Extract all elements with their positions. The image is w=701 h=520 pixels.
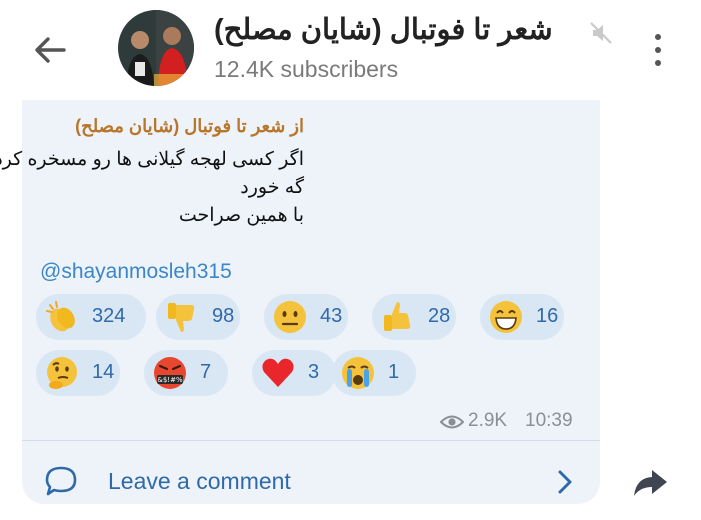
- reaction-grin[interactable]: 16: [480, 294, 564, 340]
- thinking-face-icon: [47, 357, 77, 389]
- message-line: گه خورد: [240, 177, 304, 198]
- message-bubble: از شعر تا فوتبال (شایان مصلح) اگر کسی له…: [0, 100, 600, 504]
- red-heart-icon: [262, 358, 294, 387]
- message-line: اگر کسی لهجه گیلانی ها رو مسخره کرد: [0, 149, 304, 170]
- reaction-crying[interactable]: 1: [332, 350, 416, 396]
- reaction-count: 16: [536, 305, 559, 327]
- chat-header: شعر تا فوتبال (شایان مصلح) 12.4K subscri…: [0, 0, 701, 100]
- channel-title[interactable]: شعر تا فوتبال (شایان مصلح): [214, 12, 553, 47]
- mention-link[interactable]: @shayanmosleh315: [40, 260, 232, 284]
- reaction-count: 324: [92, 305, 126, 327]
- message-text: اگر کسی لهجه گیلانی ها رو مسخره کرد گه خ…: [0, 146, 304, 230]
- cursing-symbols: &$!#%: [157, 376, 183, 384]
- thumbs-up-icon: [384, 302, 411, 331]
- reaction-neutral[interactable]: 43: [264, 294, 348, 340]
- reaction-heart[interactable]: 3: [252, 350, 336, 396]
- message-time: 10:39: [525, 410, 573, 431]
- comment-bubble-icon: [45, 466, 77, 496]
- back-arrow-icon[interactable]: [30, 30, 70, 70]
- reaction-clap[interactable]: 324: [36, 294, 146, 340]
- neutral-face-icon: [274, 301, 306, 333]
- reaction-cursing[interactable]: &$!#% 7: [144, 350, 228, 396]
- message-line: با همین صراحت: [178, 205, 304, 226]
- leave-comment-button[interactable]: Leave a comment: [22, 441, 600, 504]
- reaction-count: 14: [92, 361, 115, 383]
- reaction-thumbs-up[interactable]: 28: [372, 294, 456, 340]
- channel-avatar[interactable]: [118, 10, 194, 86]
- share-arrow-icon[interactable]: [630, 462, 670, 502]
- reaction-thumbs-down[interactable]: 98: [156, 294, 240, 340]
- clapping-hands-icon: [46, 301, 75, 332]
- mute-icon: [590, 22, 612, 44]
- more-options-icon[interactable]: [648, 30, 668, 70]
- subscriber-count: 12.4K subscribers: [214, 56, 399, 82]
- reaction-count: 7: [200, 361, 212, 383]
- reaction-count: 98: [212, 305, 235, 327]
- reaction-count: 1: [388, 361, 400, 383]
- reaction-count: 43: [320, 305, 343, 327]
- view-count: 2.9K: [468, 410, 508, 431]
- reaction-count: 28: [428, 305, 451, 327]
- thumbs-down-icon: [168, 303, 195, 332]
- chevron-right-icon: [558, 470, 572, 494]
- views-eye-icon: [440, 415, 464, 429]
- reaction-count: 3: [308, 361, 320, 383]
- leave-comment-label: Leave a comment: [108, 468, 291, 494]
- forwarded-from-label[interactable]: از شعر تا فوتبال (شایان مصلح): [75, 116, 304, 137]
- reaction-thinking[interactable]: 14: [36, 350, 120, 396]
- crying-face-icon: [342, 357, 374, 389]
- grinning-face-icon: [490, 301, 522, 333]
- cursing-face-icon: &$!#%: [154, 357, 186, 389]
